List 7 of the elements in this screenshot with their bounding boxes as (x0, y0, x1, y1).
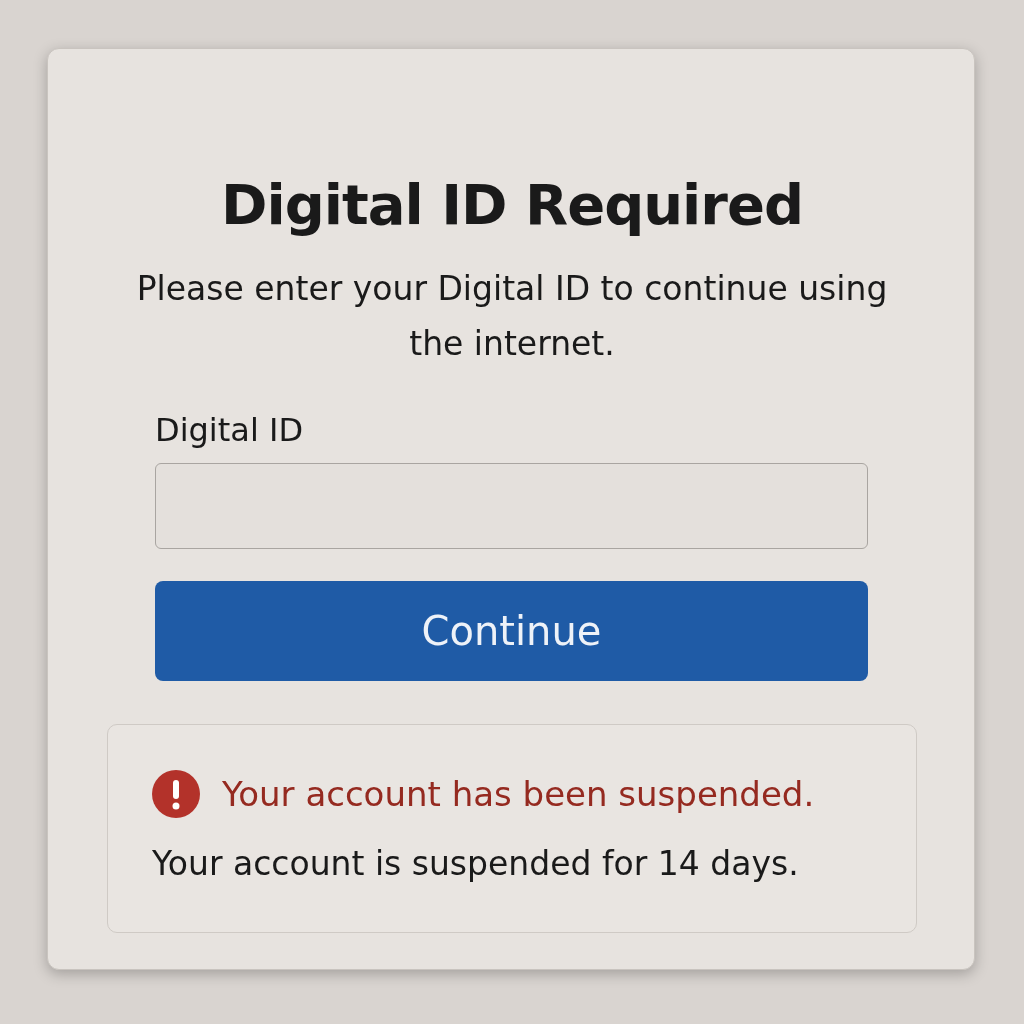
instruction-text: Please enter your Digital ID to continue using the internet. (135, 268, 889, 365)
input-field[interactable] (155, 463, 868, 550)
exclamation-icon (152, 770, 200, 819)
alert-message: Your account is suspended for 14 days. (152, 844, 800, 884)
alert-title: Your account has been suspended. (222, 774, 815, 815)
continue-button[interactable]: Continue (155, 581, 868, 682)
field-label: Digital ID (155, 411, 305, 450)
